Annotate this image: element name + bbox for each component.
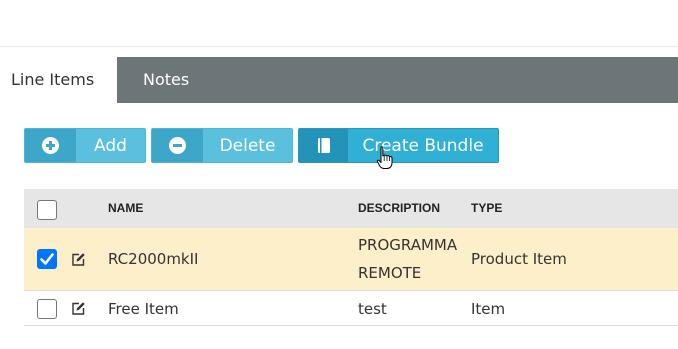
delete-button-label: Delete	[219, 135, 276, 156]
tab-line-items[interactable]: Line Items	[0, 57, 117, 103]
row-description-line1: PROGRAMMA	[358, 236, 458, 254]
row-type: Product Item	[471, 250, 567, 268]
row-name: RC2000mkII	[108, 250, 199, 268]
create-bundle-button[interactable]: Create Bundle	[298, 128, 499, 163]
column-header-name[interactable]: NAME	[108, 189, 143, 228]
top-divider	[0, 46, 678, 47]
add-button[interactable]: Add	[24, 128, 146, 163]
minus-circle-icon	[152, 129, 203, 162]
table-row[interactable]: Free Item test Item	[24, 291, 678, 326]
row-description-line1: test	[358, 300, 387, 318]
hand-pointer-icon	[376, 146, 393, 169]
checkmark-icon	[40, 253, 54, 265]
edit-icon[interactable]	[71, 252, 86, 267]
tab-notes[interactable]: Notes	[117, 57, 678, 103]
row-checkbox[interactable]	[37, 299, 57, 319]
table-row[interactable]: RC2000mkII PROGRAMMA REMOTE Product Item	[24, 228, 678, 291]
book-icon	[299, 129, 348, 162]
add-button-label: Add	[94, 135, 127, 156]
column-header-type[interactable]: TYPE	[471, 189, 502, 228]
select-all-checkbox[interactable]	[37, 200, 57, 220]
plus-circle-icon	[25, 129, 76, 162]
row-checkbox[interactable]	[37, 249, 57, 269]
row-description-line2: REMOTE	[358, 264, 422, 282]
row-type: Item	[471, 300, 506, 318]
row-name: Free Item	[108, 300, 179, 318]
column-header-description[interactable]: DESCRIPTION	[358, 189, 440, 228]
delete-button[interactable]: Delete	[151, 128, 293, 163]
edit-icon[interactable]	[71, 301, 86, 316]
create-bundle-button-label: Create Bundle	[362, 135, 484, 156]
table-header: NAME DESCRIPTION TYPE	[24, 189, 678, 228]
